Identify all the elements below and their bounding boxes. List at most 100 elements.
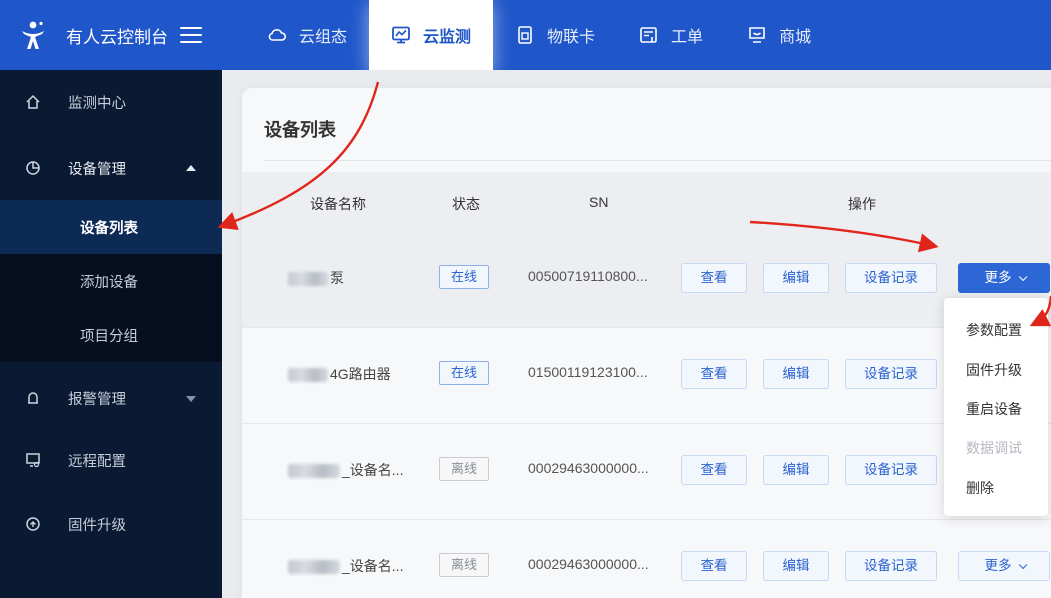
- sidebar-subitem-add-device[interactable]: 添加设备: [0, 254, 222, 308]
- nav-label: 云监测: [423, 29, 472, 46]
- menu-item-param-config[interactable]: 参数配置: [966, 320, 1022, 340]
- table-row: 4G路由器 在线 01500119123100... 查看 编辑 设备记录: [242, 328, 1051, 424]
- device-name-text: _设备名...: [342, 558, 404, 574]
- more-button[interactable]: 更多: [958, 551, 1050, 581]
- nav-label: 商城: [779, 29, 812, 46]
- top-nav: 云组态 云监测 物联卡 工单 商城: [245, 0, 833, 70]
- device-name: _设备名...: [288, 460, 403, 480]
- upgrade-icon: [24, 515, 42, 533]
- shop-icon: [749, 27, 765, 43]
- status-badge: 离线: [439, 457, 489, 481]
- menu-item-delete[interactable]: 删除: [966, 478, 994, 498]
- chevron-down-icon: [1018, 272, 1027, 282]
- pie-chart-icon: [24, 159, 42, 177]
- status-badge: 在线: [439, 265, 489, 289]
- menu-toggle-icon[interactable]: [180, 27, 202, 43]
- cloud-icon: [268, 29, 287, 41]
- device-name: 4G路由器: [288, 364, 391, 384]
- sidebar-item-label: 项目分组: [80, 328, 138, 345]
- sidebar-item-device-mgmt[interactable]: 设备管理: [0, 156, 222, 180]
- device-list-card: 设备列表 设备名称 状态 SN 操作 泵 在线 00500719110800..…: [242, 88, 1051, 598]
- menu-item-data-debug: 数据调试: [966, 440, 1022, 456]
- table-header: 设备名称 状态 SN 操作: [242, 172, 1051, 232]
- sidebar-item-alarm-mgmt[interactable]: 报警管理: [0, 386, 222, 410]
- home-icon: [24, 93, 42, 111]
- nav-label: 云组态: [299, 29, 348, 46]
- redacted-mark: [288, 464, 340, 479]
- nav-iot-card[interactable]: 物联卡: [493, 0, 617, 70]
- edit-button[interactable]: 编辑: [763, 551, 829, 581]
- device-name-text: 泵: [330, 270, 344, 286]
- column-header-ops: 操作: [848, 196, 876, 212]
- view-button[interactable]: 查看: [681, 551, 747, 581]
- caret-down-icon: [186, 396, 196, 402]
- page-title: 设备列表: [264, 120, 336, 140]
- device-sn: 01500119123100...: [528, 364, 648, 380]
- device-record-button[interactable]: 设备记录: [845, 359, 937, 389]
- brand-title: 有人云控制台: [66, 27, 168, 47]
- sidebar-item-label: 远程配置: [68, 453, 126, 470]
- brand: 有人云控制台: [0, 0, 222, 70]
- nav-cloud-scada[interactable]: 云组态: [245, 0, 369, 70]
- chevron-down-icon: [1018, 560, 1027, 570]
- brand-logo-icon: [22, 21, 44, 49]
- top-navbar: 有人云控制台 云组态 云监测 物联卡 工单 商城: [0, 0, 1051, 70]
- nav-label: 物联卡: [547, 29, 596, 46]
- main-content: 设备列表 设备名称 状态 SN 操作 泵 在线 00500719110800..…: [222, 70, 1051, 598]
- redacted-mark: [288, 272, 328, 287]
- device-name-text: _设备名...: [342, 462, 404, 478]
- more-button[interactable]: 更多: [958, 263, 1050, 293]
- nav-cloud-monitor[interactable]: 云监测: [369, 0, 494, 70]
- edit-button[interactable]: 编辑: [763, 263, 829, 293]
- sidebar-item-label: 监测中心: [68, 95, 126, 112]
- divider: [264, 160, 1051, 161]
- more-button-label: 更多: [984, 270, 1012, 285]
- status-badge: 离线: [439, 553, 489, 577]
- nav-shop[interactable]: 商城: [725, 0, 833, 70]
- bell-icon: [24, 389, 42, 407]
- edit-button[interactable]: 编辑: [763, 359, 829, 389]
- device-name: 泵: [288, 268, 344, 288]
- sidebar-subitem-device-list[interactable]: 设备列表: [0, 200, 222, 254]
- sidebar-item-label: 固件升级: [68, 517, 126, 534]
- sidebar-item-firmware-upgrade[interactable]: 固件升级: [0, 512, 222, 536]
- table-row: _设备名... 离线 00029463000000... 查看 编辑 设备记录: [242, 424, 1051, 520]
- status-badge: 在线: [439, 361, 489, 385]
- device-sn: 00029463000000...: [528, 556, 649, 572]
- sidebar-item-label: 添加设备: [80, 274, 138, 291]
- column-header-sn: SN: [589, 194, 609, 210]
- nav-label: 工单: [671, 29, 704, 46]
- edit-button[interactable]: 编辑: [763, 455, 829, 485]
- device-name-text: 4G路由器: [330, 366, 391, 382]
- device-record-button[interactable]: 设备记录: [845, 263, 937, 293]
- remote-config-icon: [24, 451, 42, 469]
- view-button[interactable]: 查看: [681, 359, 747, 389]
- device-record-button[interactable]: 设备记录: [845, 455, 937, 485]
- redacted-mark: [288, 368, 328, 383]
- sim-card-icon: [518, 26, 532, 44]
- sidebar-item-remote-config[interactable]: 远程配置: [0, 448, 222, 472]
- view-button[interactable]: 查看: [681, 263, 747, 293]
- column-header-status: 状态: [452, 196, 480, 212]
- more-actions-dropdown: 参数配置 固件升级 重启设备 数据调试 删除: [944, 298, 1048, 516]
- device-sn: 00500719110800...: [528, 268, 648, 284]
- caret-up-icon: [186, 165, 196, 171]
- ticket-icon: [640, 27, 657, 43]
- nav-ticket[interactable]: 工单: [617, 0, 725, 70]
- sidebar-item-label: 设备管理: [68, 161, 126, 178]
- sidebar-item-label: 报警管理: [68, 391, 126, 408]
- more-button-label: 更多: [984, 558, 1012, 573]
- sidebar-item-monitor-center[interactable]: 监测中心: [0, 90, 222, 114]
- sidebar-subitem-project-group[interactable]: 项目分组: [0, 308, 222, 362]
- device-name: _设备名...: [288, 556, 403, 576]
- device-sn: 00029463000000...: [528, 460, 649, 476]
- redacted-mark: [288, 560, 340, 575]
- menu-item-firmware-upgrade[interactable]: 固件升级: [966, 360, 1022, 380]
- sidebar: 监测中心 设备管理 设备列表 添加设备 项目分组 报警管理 远程配置 固件升级: [0, 70, 222, 598]
- view-button[interactable]: 查看: [681, 455, 747, 485]
- menu-item-restart-device[interactable]: 重启设备: [966, 399, 1022, 419]
- monitor-icon: [392, 26, 410, 44]
- table-row: _设备名... 离线 00029463000000... 查看 编辑 设备记录 …: [242, 520, 1051, 598]
- column-header-name: 设备名称: [310, 196, 366, 212]
- device-record-button[interactable]: 设备记录: [845, 551, 937, 581]
